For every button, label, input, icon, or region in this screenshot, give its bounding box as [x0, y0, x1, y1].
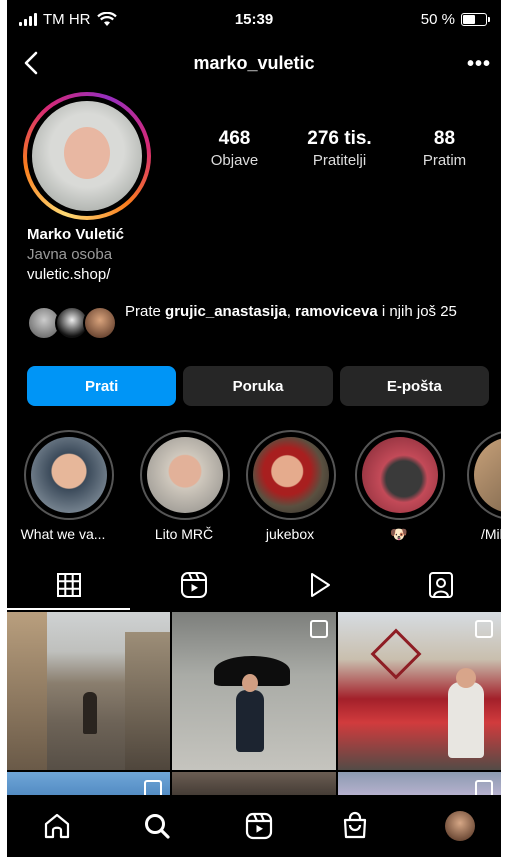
home-icon [44, 813, 70, 839]
profile-stats: 468 Objave 276 tis. Pratitelji 88 Pratim [182, 128, 497, 169]
search-icon [145, 814, 170, 839]
tab-videos[interactable] [257, 562, 380, 608]
header-username: marko_vuletic [193, 53, 315, 73]
highlight-item[interactable]: /Mil [467, 430, 501, 542]
profile-photo [32, 101, 142, 211]
video-icon [310, 573, 330, 597]
stat-value: 468 [218, 128, 251, 149]
follower-username[interactable]: grujic_anastasija [165, 303, 287, 320]
post-thumbnail[interactable] [172, 612, 336, 770]
followed-by[interactable]: Prate grujic_anastasija, ramoviceva i nj… [27, 300, 497, 344]
multi-post-icon [475, 620, 493, 638]
profile-avatar[interactable] [23, 92, 151, 220]
stat-posts[interactable]: 468 Objave [182, 128, 287, 169]
profile-category: Javna osoba [27, 246, 113, 263]
profile-tabs [7, 562, 501, 610]
highlight-label: 🐶 [390, 526, 408, 542]
profile-avatar [445, 811, 475, 841]
nav-home[interactable] [40, 809, 74, 843]
follower-username[interactable]: ramoviceva [295, 303, 378, 320]
nav-reels[interactable] [242, 809, 276, 843]
tab-posts[interactable] [7, 562, 130, 610]
highlight-item[interactable]: Lito MRČ [140, 430, 230, 542]
highlight-cover [474, 437, 501, 513]
highlight-cover [362, 437, 438, 513]
story-highlights: What we va... Lito MRČ jukebox 🐶 /Mil [7, 430, 501, 543]
highlight-label: What we va... [20, 526, 106, 542]
multi-post-icon [310, 620, 328, 638]
status-bar: TM HR 15:39 50 % [7, 0, 501, 40]
stat-label: Objave [210, 152, 259, 169]
profile-link[interactable]: vuletic.shop/ [27, 265, 124, 285]
follower-avatar [83, 306, 117, 340]
tab-tagged[interactable] [379, 562, 501, 608]
battery-icon [461, 13, 490, 26]
tab-reels[interactable] [132, 562, 255, 608]
highlight-cover [31, 437, 107, 513]
battery-label: 50 % [420, 11, 455, 28]
nav-search[interactable] [140, 809, 174, 843]
reels-icon [245, 812, 273, 840]
post-thumbnail[interactable] [338, 612, 501, 770]
profile-bio: Marko Vuletić Javna osoba vuletic.shop/ [27, 225, 124, 285]
highlight-label: /Mil [481, 526, 501, 542]
bottom-nav [7, 795, 501, 857]
shop-icon [343, 811, 367, 839]
stat-following[interactable]: 88 Pratim [392, 128, 497, 169]
follow-button[interactable]: Prati [27, 366, 177, 406]
highlight-item[interactable]: 🐶 [355, 430, 445, 543]
profile-name: Marko Vuletić [27, 226, 124, 243]
grid-icon [56, 573, 81, 597]
highlight-cover [253, 437, 329, 513]
highlight-item[interactable]: jukebox [246, 430, 336, 542]
status-right: 50 % [420, 11, 490, 28]
posts-grid [7, 612, 501, 802]
stat-value: 276 tis. [307, 128, 372, 149]
stat-label: Pratitelji [312, 152, 367, 169]
profile-actions: Prati Poruka E-pošta [27, 366, 489, 406]
nav-profile[interactable] [443, 809, 477, 843]
tagged-icon [428, 572, 453, 598]
profile-header: marko_vuletic ••• [7, 45, 501, 81]
more-options-icon[interactable]: ••• [467, 53, 491, 76]
reels-icon [180, 572, 207, 598]
stat-value: 88 [433, 128, 456, 149]
highlight-cover [147, 437, 223, 513]
nav-shop[interactable] [338, 809, 372, 843]
highlight-label: Lito MRČ [154, 526, 214, 542]
followed-by-text: Prate grujic_anastasija, ramoviceva i nj… [125, 303, 457, 320]
highlight-label: jukebox [265, 526, 315, 542]
message-button[interactable]: Poruka [183, 366, 333, 406]
email-button[interactable]: E-pošta [339, 366, 489, 406]
profile-screen: TM HR 15:39 50 % marko_vuletic ••• 468 O… [7, 0, 501, 857]
stat-label: Pratim [422, 152, 467, 169]
highlight-item[interactable]: What we va... [21, 430, 114, 542]
post-thumbnail[interactable] [7, 612, 170, 770]
stat-followers[interactable]: 276 tis. Pratitelji [287, 128, 392, 169]
